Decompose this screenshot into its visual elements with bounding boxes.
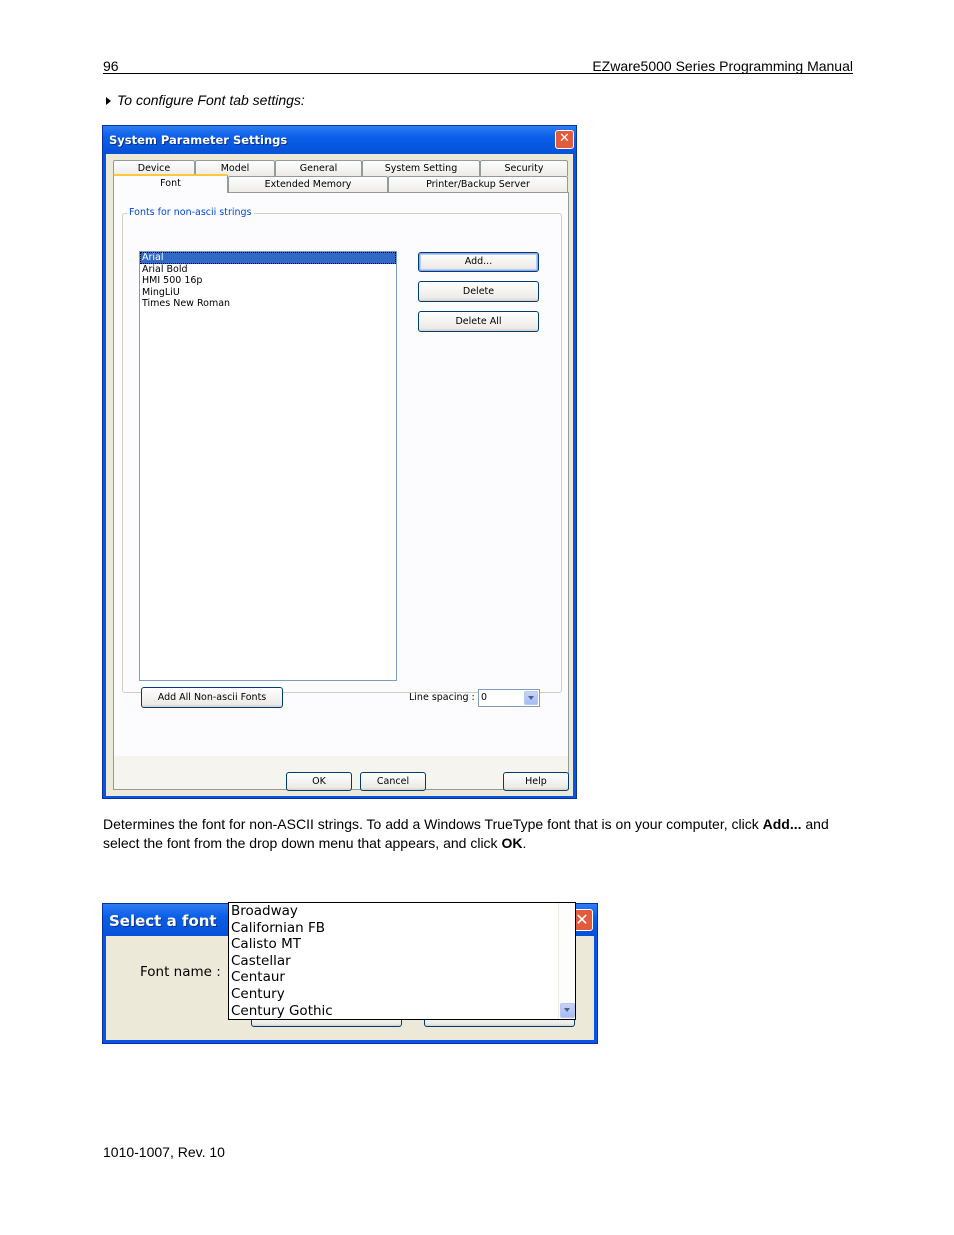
step-heading-text: To configure Font tab settings: [117, 92, 305, 108]
list-item[interactable]: Times New Roman [140, 298, 396, 310]
chevron-down-icon[interactable] [560, 1003, 575, 1018]
font-dropdown-list[interactable]: Broadway Californian FB Calisto MT Caste… [228, 902, 576, 1020]
fonts-group-label: Fonts for non-ascii strings [127, 207, 254, 218]
list-item[interactable]: Californian FB [229, 920, 575, 937]
tab-printer-backup-server[interactable]: Printer/Backup Server [388, 176, 568, 193]
delete-button[interactable]: Delete [418, 281, 539, 302]
list-item[interactable]: MingLiU [140, 287, 396, 299]
description-text: . [522, 835, 527, 851]
description-text: Determines the font for non-ASCII string… [103, 816, 763, 832]
dialog-title-bar[interactable]: System Parameter Settings ✕ [103, 126, 576, 154]
list-item[interactable]: Arial Bold [140, 264, 396, 276]
line-spacing-label: Line spacing : [409, 692, 475, 703]
list-item[interactable]: Calisto MT [229, 936, 575, 953]
tab-security[interactable]: Security [480, 160, 568, 176]
page-number: 96 [103, 58, 119, 74]
select-font-title: Select a font [109, 912, 217, 930]
doc-id: 1010-1007, Rev. 10 [103, 1144, 225, 1160]
add-button[interactable]: Add... [418, 252, 539, 272]
close-icon[interactable]: ✕ [555, 130, 574, 149]
list-item[interactable]: Century Gothic [229, 1003, 575, 1020]
manual-title: EZware5000 Series Programming Manual [592, 58, 853, 74]
cancel-button[interactable]: Cancel [360, 772, 426, 791]
tab-font[interactable]: Font [113, 174, 228, 193]
triangle-bullet-icon [106, 97, 111, 106]
line-spacing-value: 0 [481, 692, 488, 703]
add-all-non-ascii-fonts-button[interactable]: Add All Non-ascii Fonts [141, 687, 283, 708]
font-listbox[interactable]: Arial Arial Bold HMI 500 16p MingLiU Tim… [139, 251, 397, 681]
tab-extended-memory[interactable]: Extended Memory [228, 176, 388, 193]
help-button[interactable]: Help [503, 772, 569, 791]
description-bold-add: Add... [762, 816, 802, 832]
list-item[interactable]: Castellar [229, 953, 575, 970]
description-paragraph: Determines the font for non-ASCII string… [103, 815, 858, 853]
step-heading: To configure Font tab settings: [106, 92, 305, 108]
font-tab-panel: Fonts for non-ascii strings Arial Arial … [113, 192, 569, 790]
dialog-body: Device Model General System Setting Secu… [106, 154, 573, 796]
tab-general[interactable]: General [275, 160, 362, 176]
list-item[interactable]: Centaur [229, 969, 575, 986]
ok-button[interactable]: OK [286, 772, 352, 791]
list-item[interactable]: Arial [140, 252, 396, 264]
delete-all-button[interactable]: Delete All [418, 311, 539, 332]
header-rule [103, 73, 853, 74]
font-name-label: Font name : [140, 964, 221, 980]
list-item[interactable]: Century [229, 986, 575, 1003]
system-parameter-dialog: System Parameter Settings ✕ Device Model… [102, 125, 577, 799]
list-item[interactable]: Broadway [229, 903, 575, 920]
tab-system-setting[interactable]: System Setting [362, 160, 480, 176]
dropdown-scrollbar[interactable] [558, 903, 575, 1019]
chevron-down-icon[interactable] [524, 691, 538, 705]
list-item[interactable]: HMI 500 16p [140, 275, 396, 287]
description-bold-ok: OK [501, 835, 523, 851]
dialog-title: System Parameter Settings [109, 133, 288, 147]
line-spacing-select[interactable]: 0 [478, 689, 540, 707]
